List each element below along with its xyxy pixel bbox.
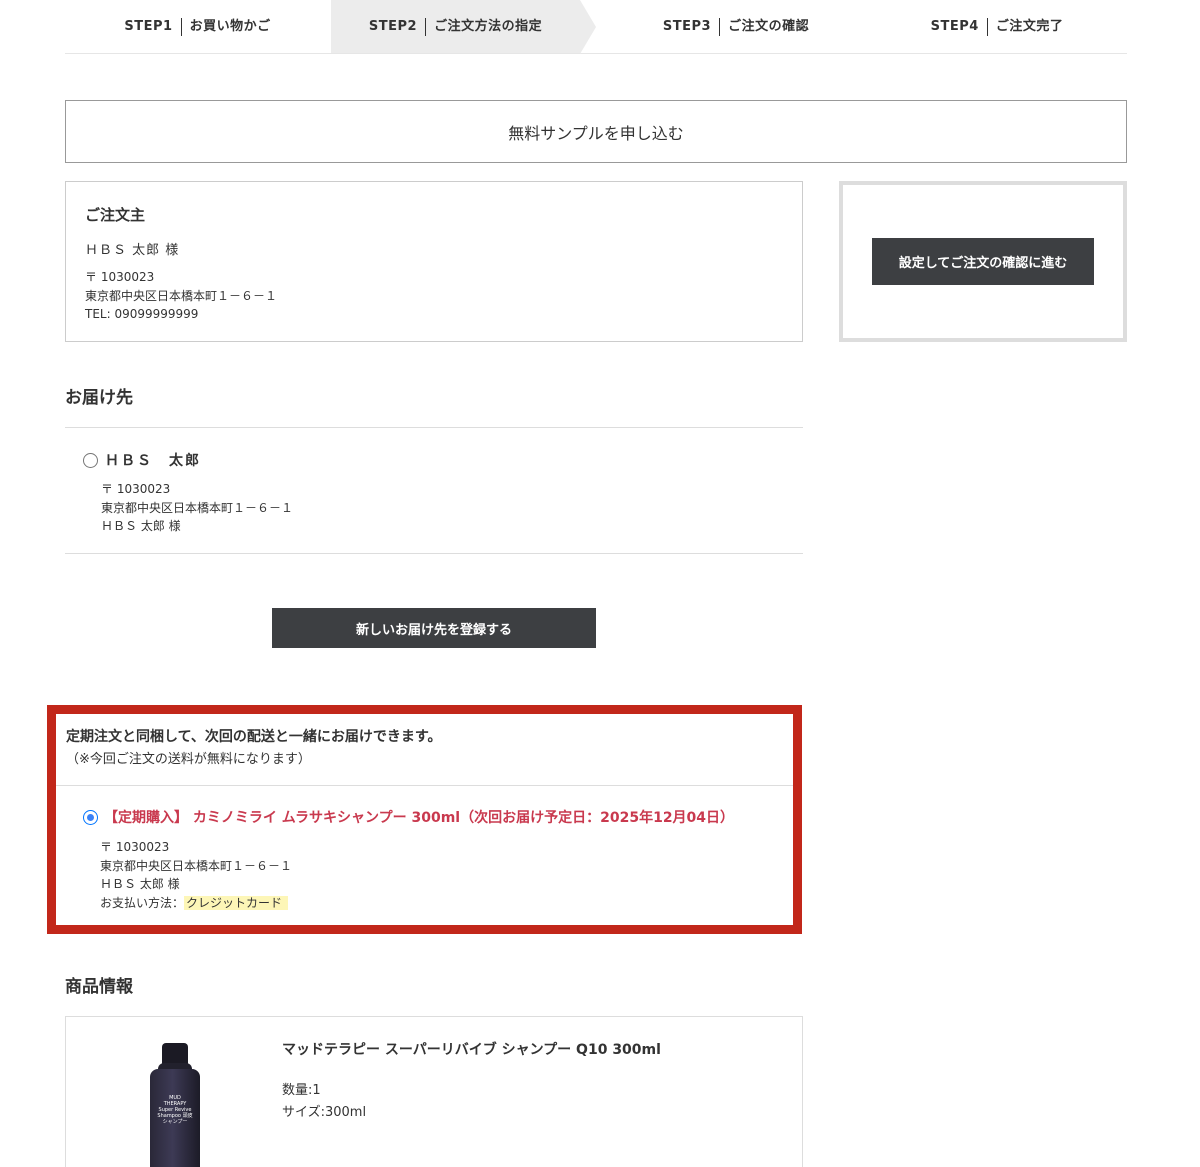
step-number: STEP1 <box>124 17 182 36</box>
product-image: MUD THERAPY Super Revive Shampoo 頭皮シャンプー <box>150 1043 200 1167</box>
delivery-radio[interactable] <box>83 453 98 468</box>
side-panel: 設定してご注文の確認に進む <box>839 181 1127 342</box>
product-info-title: 商品情報 <box>65 977 133 997</box>
delivery-postal: 〒 1030023 <box>101 482 171 496</box>
orderer-address-block: 〒 1030023 東京都中央区日本橋本町１－６－１ TEL: 09099999… <box>85 268 783 324</box>
orderer-postal: 〒 1030023 <box>85 270 155 284</box>
subscription-heading: 定期注文と同梱して、次回の配送と一緒にお届けできます。 <box>66 729 442 745</box>
subscription-radio[interactable] <box>83 810 98 825</box>
product-name: マッドテラピー スーパーリバイブ シャンプー Q10 300ml <box>282 1042 661 1058</box>
subscription-address-block: 〒 1030023 東京都中央区日本橋本町１－６－１ ＨＢＳ 太郎 様 お支払い… <box>100 838 292 912</box>
subscription-item[interactable]: 【定期購入】 カミノミライ ムラサキシャンプー 300ml（次回お届け予定日：2… <box>104 807 734 827</box>
proceed-to-confirm-button[interactable]: 設定してご注文の確認に進む <box>872 238 1094 285</box>
step-label: ご注文方法の指定 <box>434 18 543 34</box>
orderer-title: ご注文主 <box>85 206 146 224</box>
subscription-bundle-box: 定期注文と同梱して、次回の配送と一緒にお届けできます。 （※今回ご注文の送料が無… <box>47 705 802 934</box>
orderer-name: ＨＢＳ 太郎 様 <box>85 243 180 258</box>
subscription-postal: 〒 1030023 <box>100 840 170 854</box>
orderer-box: ご注文主 ＨＢＳ 太郎 様 〒 1030023 東京都中央区日本橋本町１－６－１… <box>65 181 803 342</box>
delivery-title: お届け先 <box>65 388 133 408</box>
step-arrow <box>580 0 596 54</box>
step-1: STEP1 お買い物かご <box>65 0 330 53</box>
step-4: STEP4 ご注文完了 <box>867 0 1127 53</box>
delivery-address-block: 〒 1030023 東京都中央区日本橋本町１－６－１ ＨＢＳ 太郎 様 <box>101 480 293 536</box>
subscription-payment: お支払い方法： クレジットカード <box>100 894 292 913</box>
delivery-recipient: ＨＢＳ 太郎 様 <box>101 519 181 533</box>
step-2-current: STEP2 ご注文方法の指定 <box>331 0 580 53</box>
free-sample-button[interactable]: 無料サンプルを申し込む <box>65 100 1127 163</box>
delivery-option[interactable]: ＨＢＳ 太郎 〒 1030023 東京都中央区日本橋本町１－６－１ ＨＢＳ 太郎… <box>65 427 803 554</box>
product-size: サイズ:300ml <box>282 1105 367 1120</box>
checkout-steps: STEP1 お買い物かご STEP2 ご注文方法の指定 STEP3 ご注文の確認… <box>65 0 1127 54</box>
new-address-button[interactable]: 新しいお届け先を登録する <box>272 608 596 648</box>
payment-method: クレジットカード <box>184 895 289 910</box>
orderer-tel: TEL: 09099999999 <box>85 307 199 321</box>
orderer-address: 東京都中央区日本橋本町１－６－１ <box>85 288 278 303</box>
subscription-note: （※今回ご注文の送料が無料になります） <box>66 752 311 767</box>
step-3: STEP3 ご注文の確認 <box>605 0 867 53</box>
subscription-recipient: ＨＢＳ 太郎 様 <box>100 877 180 891</box>
step-number: STEP3 <box>663 17 721 36</box>
delivery-name: ＨＢＳ 太郎 <box>105 453 201 469</box>
bottle-label: MUD THERAPY Super Revive Shampoo 頭皮シャンプー <box>157 1095 193 1125</box>
divider <box>56 785 793 786</box>
subscription-address: 東京都中央区日本橋本町１－６－１ <box>100 858 293 873</box>
product-card: MUD THERAPY Super Revive Shampoo 頭皮シャンプー… <box>65 1016 803 1167</box>
step-number: STEP2 <box>369 17 427 36</box>
step-label: ご注文の確認 <box>728 18 810 34</box>
delivery-address: 東京都中央区日本橋本町１－６－１ <box>101 500 294 515</box>
product-quantity: 数量:1 <box>282 1083 321 1098</box>
step-label: お買い物かご <box>189 18 271 34</box>
bottle-cap <box>162 1043 188 1065</box>
payment-label: お支払い方法： <box>100 895 185 910</box>
step-number: STEP4 <box>931 17 988 36</box>
step-label: ご注文完了 <box>995 18 1064 34</box>
